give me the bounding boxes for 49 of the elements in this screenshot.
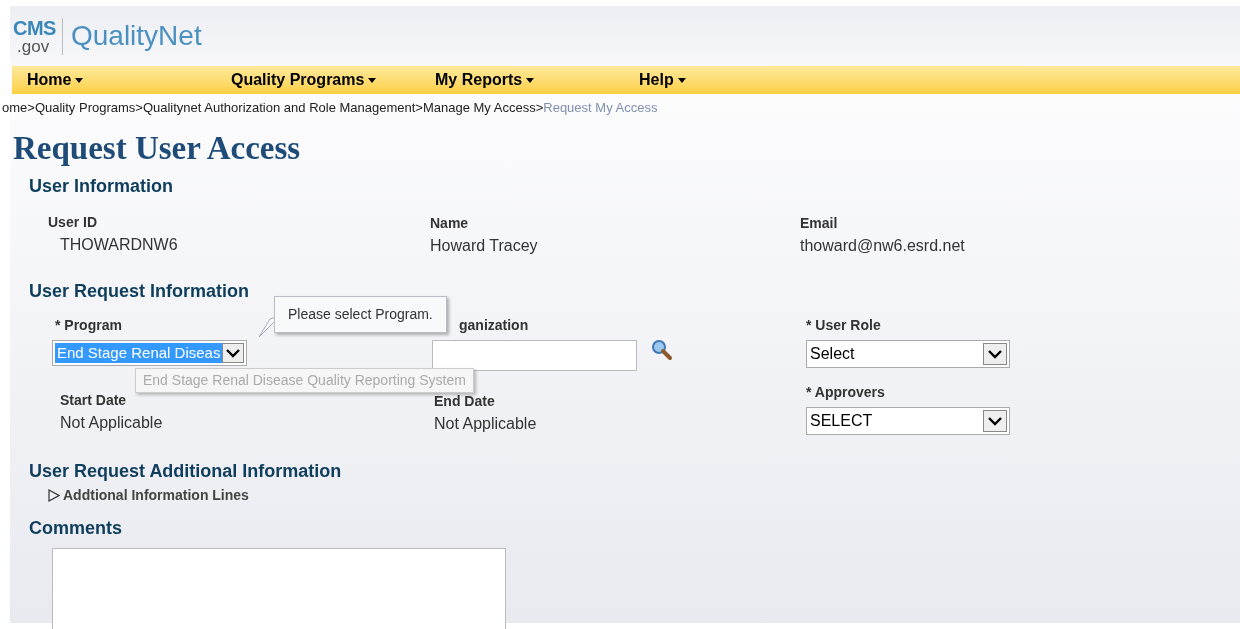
section-heading: User Request Information <box>29 279 251 303</box>
field-label: * Approvers <box>806 382 886 402</box>
expander-link[interactable]: Addtional Information Lines <box>47 484 249 506</box>
breadcrumb-link[interactable]: Qualitynet Authorization and Role Management> <box>142 98 423 118</box>
field-label: * Program <box>55 315 122 335</box>
select-value: SELECT <box>809 410 874 431</box>
caret-icon <box>983 409 1007 432</box>
field-label: Email <box>800 213 839 233</box>
caret-icon <box>677 77 686 83</box>
select-value: End Stage Renal Diseas <box>55 342 223 363</box>
logo-text: CMS <box>13 17 56 38</box>
field-label: Start Date <box>60 390 128 410</box>
product-name: QualityNet <box>70 19 202 53</box>
select-value: Select <box>809 343 856 364</box>
caret-icon <box>75 77 84 83</box>
breadcrumb-link[interactable]: Manage My Access> <box>422 98 544 118</box>
field-label: * User Role <box>806 315 882 335</box>
search-icon[interactable] <box>651 339 673 361</box>
field-label: User ID <box>48 212 99 232</box>
section-heading: Comments <box>29 516 123 540</box>
approvers-select[interactable]: SELECT <box>806 406 1010 435</box>
nav-menu-item[interactable]: My Reports <box>420 68 624 92</box>
caret-icon <box>526 77 535 83</box>
caret-icon <box>368 77 377 83</box>
breadcrumb-link[interactable]: ome> <box>2 98 35 118</box>
section-heading: User Information <box>29 174 175 198</box>
page-title: Request User Access <box>13 128 302 168</box>
logo-text: .gov <box>16 37 51 55</box>
user-role-select[interactable]: Select <box>806 339 1010 368</box>
comments-field[interactable] <box>52 547 506 629</box>
field-label: ganization <box>459 315 529 335</box>
breadcrumb-link[interactable]: Quality Programs> <box>34 98 143 118</box>
caret-icon <box>983 342 1007 365</box>
organization-input[interactable] <box>432 339 637 371</box>
hover-tooltip: End Stage Renal Disease Quality Reporting System <box>135 368 474 393</box>
nav-menu-item[interactable]: Quality Programs <box>216 68 420 92</box>
nav-menu-item[interactable]: Help <box>624 68 828 92</box>
field-value: Not Applicable <box>60 412 164 433</box>
field-value: Not Applicable <box>434 413 538 434</box>
field-value: thoward@nw6.esrd.net <box>800 235 966 256</box>
field-value: THOWARDNW6 <box>60 234 179 255</box>
validation-tooltip: Please select Program. <box>274 296 447 333</box>
caret-icon <box>222 342 245 363</box>
field-value: Howard Tracey <box>430 235 539 256</box>
nav-menu-item[interactable]: Home <box>12 68 216 92</box>
field-label: Name <box>430 213 470 233</box>
triangle-icon <box>47 488 60 502</box>
field-label: End Date <box>434 391 496 411</box>
section-heading: User Request Additional Information <box>29 459 343 483</box>
